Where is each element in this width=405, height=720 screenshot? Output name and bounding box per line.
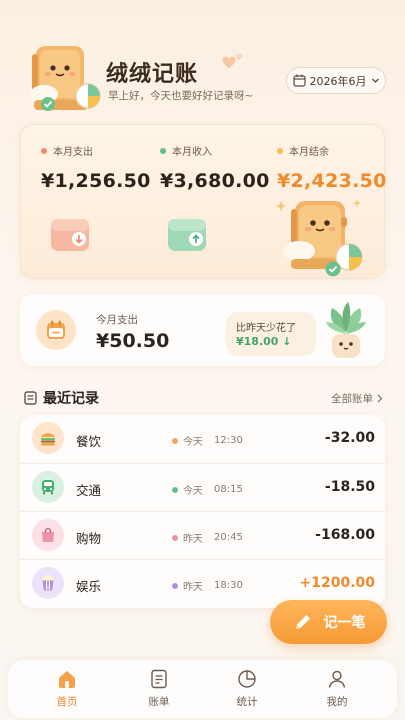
compare-text: 比昨天少花了 (236, 323, 296, 334)
book-mascot-icon (30, 46, 101, 111)
bill-icon (151, 669, 167, 689)
record-time: 今天 08:15 (172, 482, 243, 497)
all-bills-link[interactable]: 全部账单 (331, 391, 383, 406)
record-category: 餐饮 (76, 434, 102, 449)
plant-mascot-icon (326, 302, 366, 358)
tab-stats[interactable]: 统计 (217, 668, 277, 709)
all-bills-label: 全部账单 (331, 393, 373, 405)
recent-header: 最近记录 (24, 388, 99, 408)
compare-bubble: 比昨天少花了 ¥18.00 ↓ (226, 312, 316, 356)
burger-icon (32, 422, 64, 454)
today-expense-card[interactable]: 今月支出 ¥50.50 比昨天少花了 ¥18.00 ↓ (20, 294, 385, 366)
income-value: ¥3,680.00 (160, 170, 270, 192)
home-icon (59, 671, 75, 688)
month-picker[interactable]: 2026年6月 (286, 67, 386, 94)
records-list: 餐饮 今天 12:30 -32.00 交通 今天 08:15 -18.50 购物 昨 (20, 415, 385, 608)
record-time: 昨天 18:30 (172, 578, 243, 593)
expense-wallet-icon (51, 219, 89, 251)
income-wallet-icon (168, 219, 206, 251)
record-category: 购物 (76, 531, 102, 546)
app-title: 绒绒记账 (106, 62, 199, 87)
list-item[interactable]: 购物 昨天 20:45 -168.00 (20, 511, 385, 559)
popcorn-icon (32, 567, 64, 599)
chevron-down-icon (371, 78, 379, 83)
user-icon (328, 670, 346, 688)
pencil-icon (295, 615, 310, 629)
add-record-button[interactable]: 记一笔 (270, 600, 387, 644)
expense-stat[interactable]: 本月支出 ¥1,256.50 (41, 143, 151, 192)
add-record-label: 记一笔 (323, 615, 366, 631)
monthly-summary-card: 本月支出 ¥1,256.50 本月收入 ¥3,680.00 本月结余 ¥2,42… (20, 124, 387, 279)
tab-profile-label: 我的 (326, 696, 348, 708)
tab-home[interactable]: 首页 (37, 668, 97, 709)
record-amount: -18.50 (324, 479, 375, 495)
greeting-text: 早上好，今天也要好好记录呀~ (108, 90, 254, 102)
balance-dot (277, 147, 283, 154)
document-icon (24, 391, 37, 405)
list-item[interactable]: 餐饮 今天 12:30 -32.00 (20, 415, 385, 463)
record-amount: -168.00 (315, 527, 375, 543)
record-amount: -32.00 (324, 430, 375, 446)
bottom-tab-bar: 首页 账单 统计 我的 (8, 660, 397, 718)
recent-title: 最近记录 (43, 391, 99, 407)
record-category: 娱乐 (76, 579, 102, 594)
shopping-bag-icon (32, 519, 64, 551)
income-label: 本月收入 (172, 147, 212, 158)
record-amount: +1200.00 (299, 575, 376, 591)
tab-bills[interactable]: 账单 (129, 668, 189, 709)
income-stat[interactable]: 本月收入 ¥3,680.00 (160, 143, 270, 192)
record-category: 交通 (76, 483, 102, 498)
expense-dot (41, 147, 47, 154)
income-dot (160, 147, 166, 154)
record-time: 昨天 20:45 (172, 530, 243, 545)
header: 绒绒记账 早上好，今天也要好好记录呀~ 2026年6月 (0, 0, 405, 120)
list-item[interactable]: 交通 今天 08:15 -18.50 (20, 463, 385, 511)
record-time: 今天 12:30 (172, 433, 243, 448)
calendar-icon (47, 320, 65, 339)
tab-stats-label: 统计 (236, 696, 258, 708)
balance-stat[interactable]: 本月结余 ¥2,423.50 (277, 143, 387, 192)
today-value: ¥50.50 (96, 330, 170, 352)
calendar-icon (292, 74, 306, 87)
book-mascot-large-icon (275, 199, 363, 277)
chevron-right-icon (377, 394, 383, 403)
tab-home-label: 首页 (56, 696, 78, 708)
calendar-badge (36, 310, 76, 350)
tab-profile[interactable]: 我的 (307, 668, 367, 709)
today-label: 今月支出 (96, 314, 138, 326)
balance-value: ¥2,423.50 (277, 170, 387, 192)
month-label: 2026年6月 (309, 74, 367, 88)
compare-value: ¥18.00 ↓ (236, 335, 292, 348)
balance-label: 本月结余 (289, 147, 329, 158)
expense-value: ¥1,256.50 (41, 170, 151, 192)
pie-chart-icon (238, 670, 256, 688)
expense-label: 本月支出 (53, 147, 93, 158)
tab-bills-label: 账单 (148, 696, 170, 708)
hearts-icon (222, 53, 243, 68)
bus-icon (32, 471, 64, 503)
